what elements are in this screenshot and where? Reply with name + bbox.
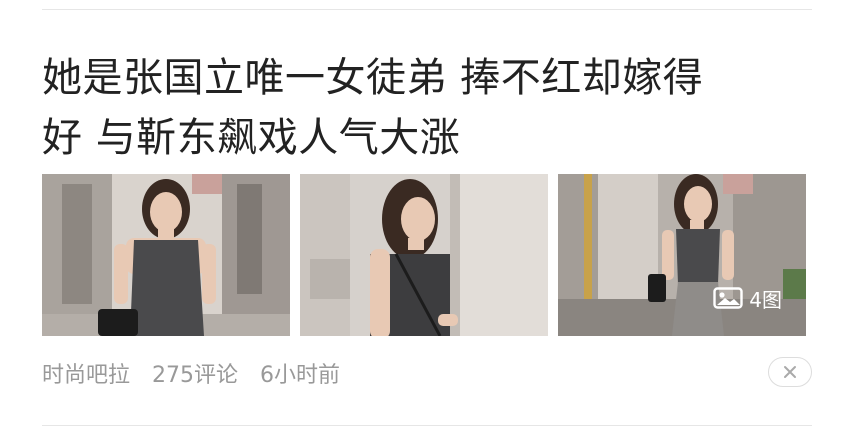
thumbnail-image-2[interactable]	[300, 174, 548, 336]
top-divider	[42, 9, 812, 10]
thumbnail-image-1[interactable]	[42, 174, 290, 336]
thumbnail-image-3[interactable]: 4图	[558, 174, 806, 336]
dismiss-button[interactable]	[768, 357, 812, 387]
article-title[interactable]: 她是张国立唯一女徒弟 捧不红却嫁得 好 与靳东飙戏人气大涨	[42, 48, 812, 168]
publish-time: 6小时前	[260, 363, 341, 388]
thumbnail-strip[interactable]: 4图	[42, 174, 806, 336]
image-count-badge: 4图	[709, 282, 788, 314]
close-icon	[784, 366, 796, 378]
image-count-label: 4图	[749, 287, 782, 312]
bottom-divider	[42, 425, 812, 426]
article-title-line-2[interactable]: 好 与靳东飙戏人气大涨	[42, 108, 812, 168]
gallery-icon	[713, 286, 743, 310]
comment-count: 275评论	[152, 363, 239, 388]
article-title-line-1[interactable]: 她是张国立唯一女徒弟 捧不红却嫁得	[42, 48, 812, 108]
article-meta: 时尚吧拉 275评论 6小时前	[42, 358, 362, 388]
source-label: 时尚吧拉	[42, 363, 131, 388]
